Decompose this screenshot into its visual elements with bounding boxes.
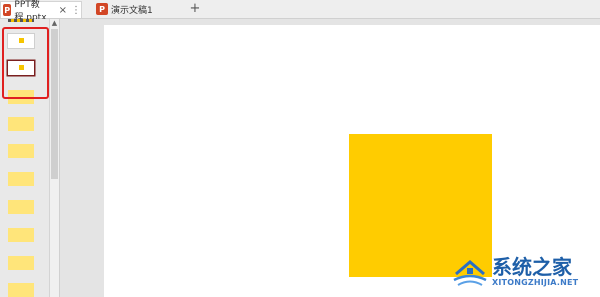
thumbnail-highlight-box (2, 27, 49, 99)
slide-thumbnail-7[interactable] (8, 200, 34, 214)
partial-thumbnail[interactable] (8, 19, 34, 22)
thumbnail-scrollbar[interactable]: ▲ (50, 19, 60, 297)
tab-bar: P PPT教程.pptx × ⋮ P 演示文稿1 + (0, 0, 600, 23)
tab-ppt-tutorial[interactable]: P PPT教程.pptx × ⋮ (0, 0, 82, 23)
watermark: 系统之家 XITONGZHIJIA.NET (452, 246, 600, 297)
watermark-url: XITONGZHIJIA.NET (492, 278, 579, 287)
slide-thumbnail-4[interactable] (8, 117, 34, 131)
close-icon[interactable]: × (59, 5, 67, 16)
slide-thumbnail-6[interactable] (8, 172, 34, 186)
slide-thumbnail-5[interactable] (8, 144, 34, 158)
ppt-file-icon: P (3, 4, 12, 16)
slide-thumbnail-8[interactable] (8, 228, 34, 242)
slide-thumbnail-10[interactable] (8, 283, 34, 297)
scroll-up-icon[interactable]: ▲ (51, 19, 58, 27)
house-logo-icon (452, 254, 488, 290)
scroll-thumb[interactable] (51, 29, 58, 179)
tab-label: 演示文稿1 (111, 5, 153, 16)
watermark-title: 系统之家 (492, 255, 572, 279)
more-icon[interactable]: ⋮ (71, 5, 81, 16)
add-tab-button[interactable]: + (188, 2, 202, 16)
tab-presentation1[interactable]: P 演示文稿1 (94, 1, 184, 17)
slide-thumbnail-9[interactable] (8, 256, 34, 270)
ppt-file-icon: P (96, 3, 108, 15)
